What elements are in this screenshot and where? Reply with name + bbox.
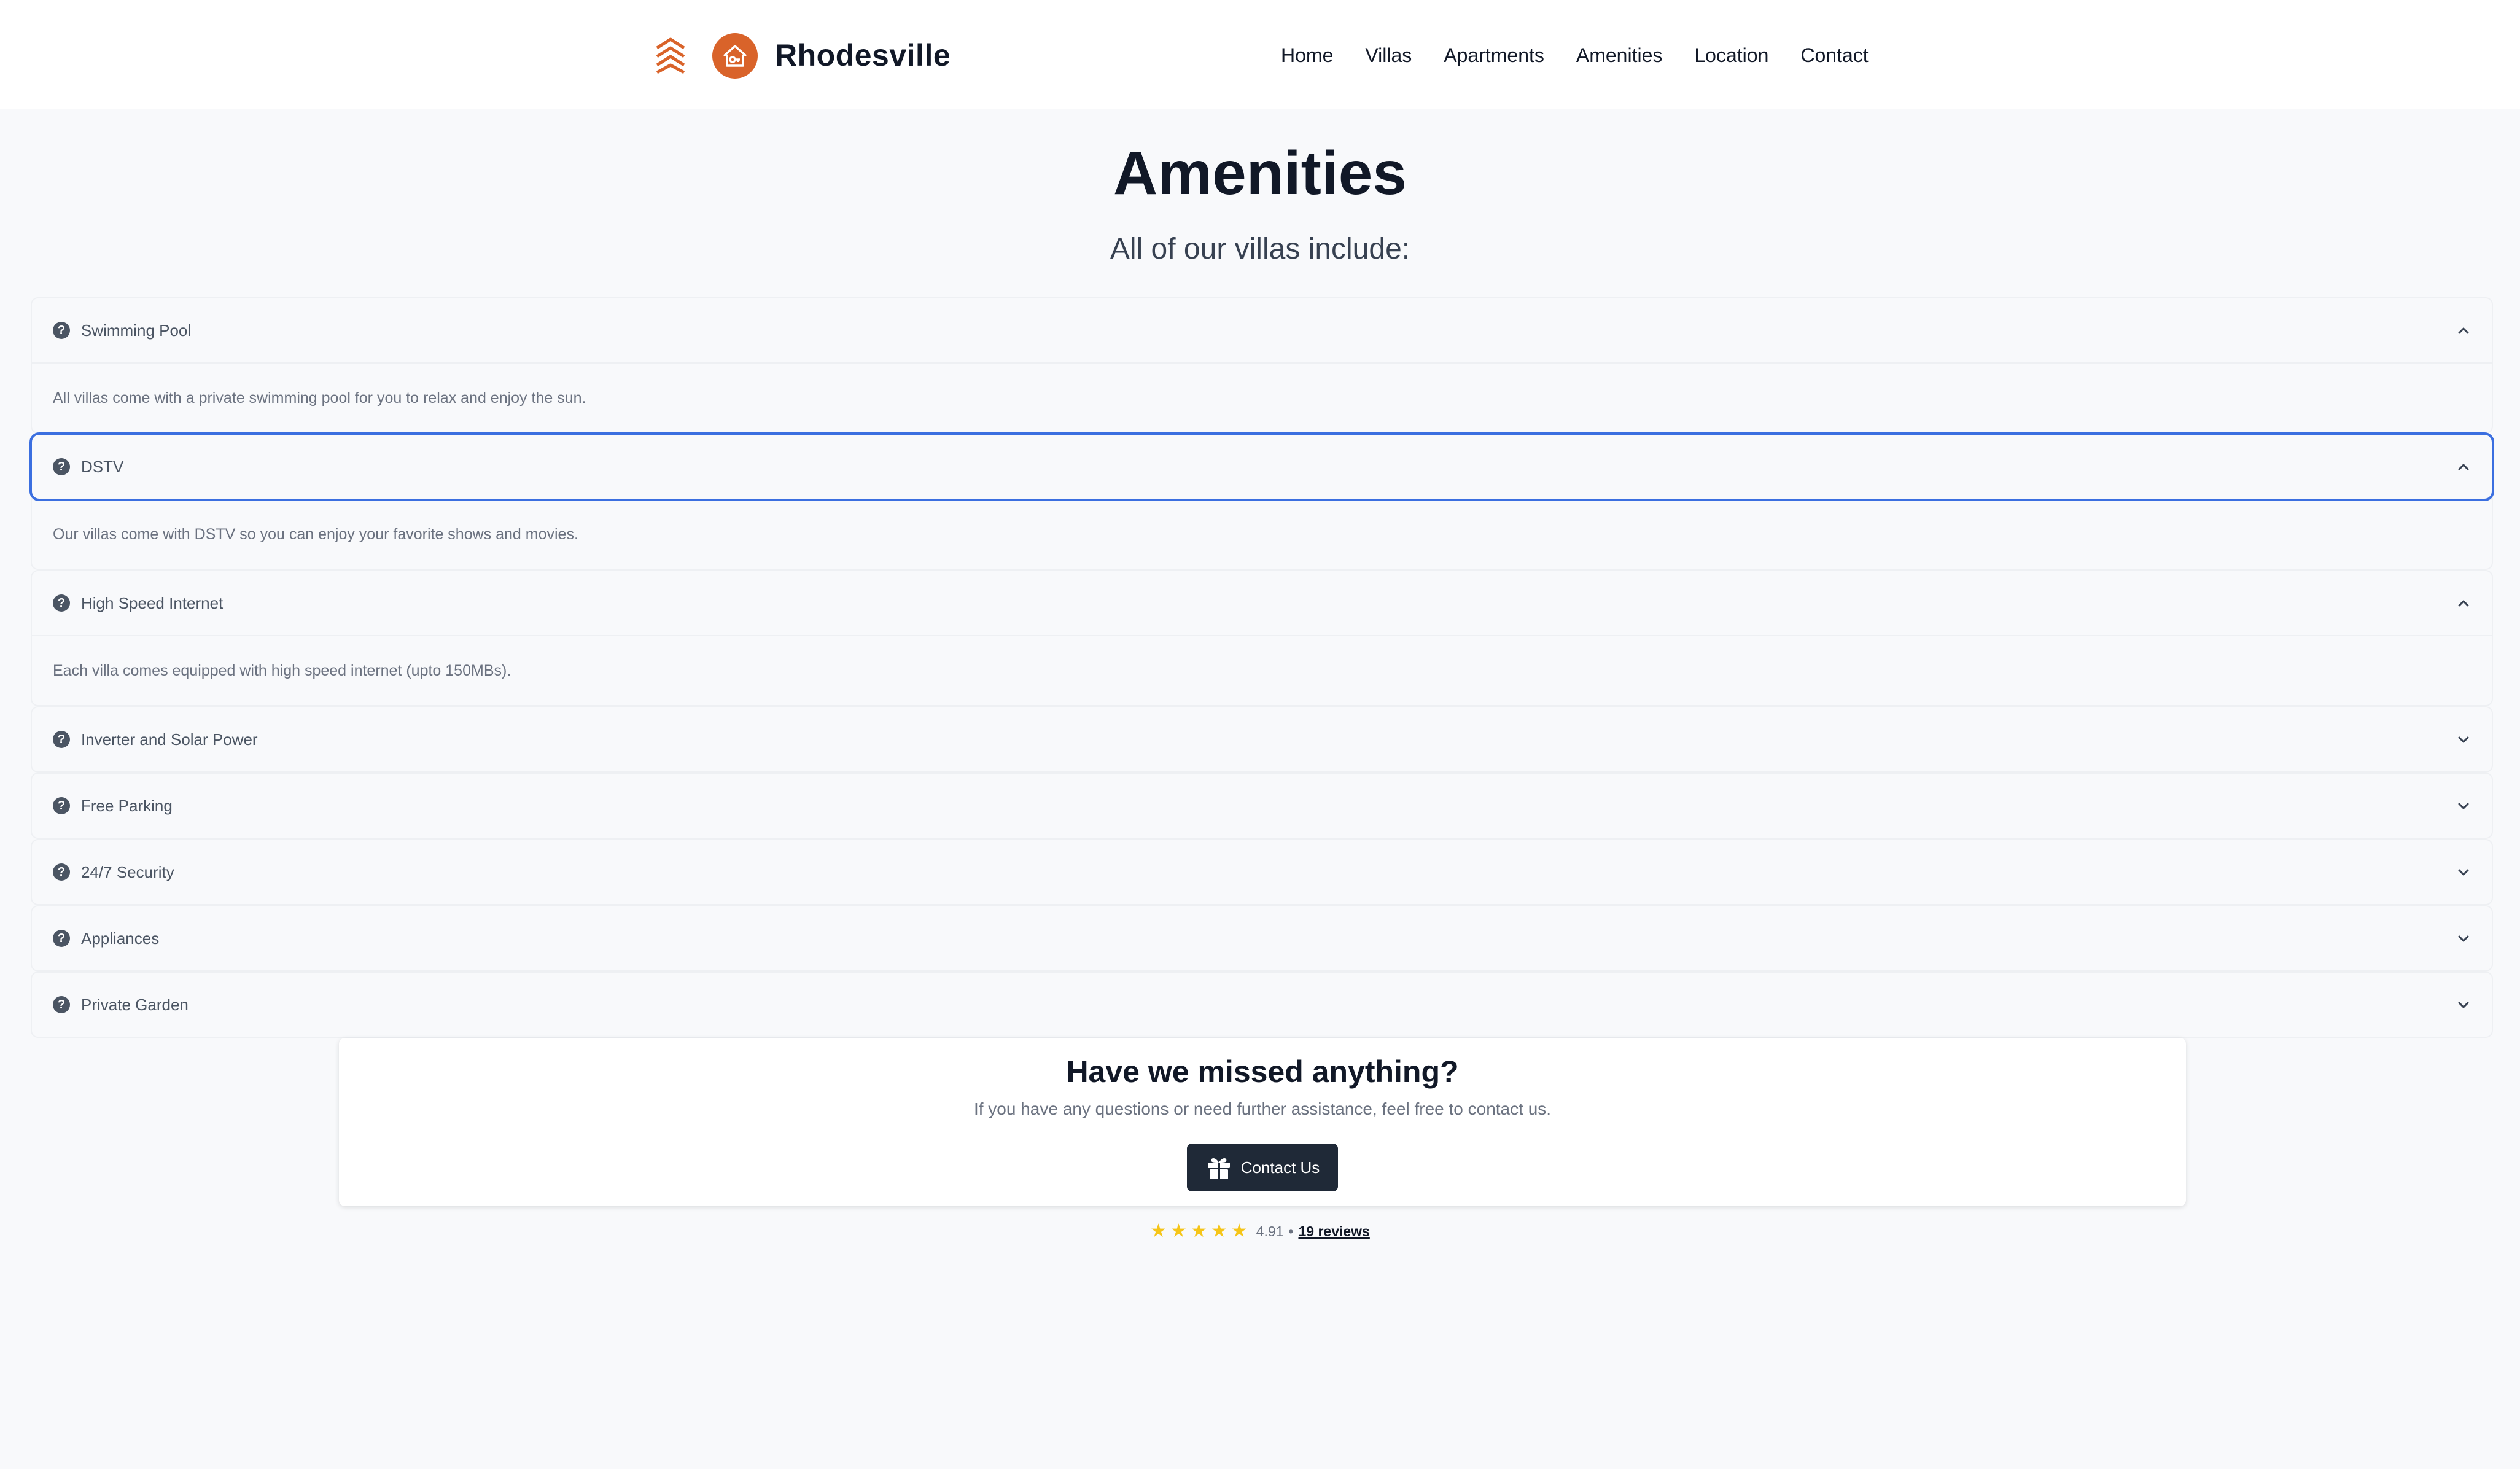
gift-icon bbox=[1207, 1158, 1230, 1179]
accordion-header[interactable]: ? Appliances bbox=[32, 906, 2492, 970]
page-title: Amenities bbox=[1113, 139, 1407, 208]
star-icon: ★ bbox=[1210, 1221, 1227, 1241]
question-circle-icon: ? bbox=[53, 458, 70, 475]
chevron-down-icon[interactable] bbox=[2455, 996, 2472, 1013]
rating-summary: ★ ★ ★ ★ ★ 4.91 • 19 reviews bbox=[0, 1222, 2520, 1241]
nav-amenities[interactable]: Amenities bbox=[1576, 41, 1663, 70]
accordion-item-private-garden: ? Private Garden bbox=[31, 972, 2493, 1038]
brand-name[interactable]: Rhodesville bbox=[775, 37, 951, 74]
nav-contact[interactable]: Contact bbox=[1800, 41, 1868, 70]
page-subtitle: All of our villas include: bbox=[1110, 233, 1410, 265]
accordion-body: Each villa comes equipped with high spee… bbox=[32, 635, 2492, 705]
star-icon: ★ bbox=[1190, 1221, 1207, 1241]
accordion-header[interactable]: ? Private Garden bbox=[32, 973, 2492, 1037]
accordion-item-security: ? 24/7 Security bbox=[31, 839, 2493, 905]
rating-separator: • bbox=[1288, 1223, 1294, 1239]
accordion-item-dstv: ? DSTV Our villas come with DSTV so you … bbox=[29, 432, 2494, 570]
accordion-label: Appliances bbox=[81, 929, 160, 948]
chevron-down-icon[interactable] bbox=[2455, 863, 2472, 881]
star-icon: ★ bbox=[1231, 1221, 1248, 1241]
accordion-label: DSTV bbox=[81, 457, 124, 476]
chevron-up-icon[interactable] bbox=[2455, 594, 2472, 612]
nav-apartments[interactable]: Apartments bbox=[1444, 41, 1544, 70]
star-icon: ★ bbox=[1150, 1221, 1167, 1241]
accordion-item-inverter-solar: ? Inverter and Solar Power bbox=[31, 706, 2493, 773]
question-circle-icon: ? bbox=[53, 863, 70, 881]
question-circle-icon: ? bbox=[53, 594, 70, 612]
reviews-link[interactable]: 19 reviews bbox=[1298, 1223, 1369, 1240]
nav-location[interactable]: Location bbox=[1694, 41, 1768, 70]
accordion-header[interactable]: ? High Speed Internet bbox=[32, 571, 2492, 635]
amenities-accordion: ? Swimming Pool All villas come with a p… bbox=[29, 297, 2494, 1038]
contact-card-text: If you have any questions or need furthe… bbox=[973, 1099, 1552, 1118]
accordion-label: Inverter and Solar Power bbox=[81, 730, 258, 749]
accordion-item-swimming-pool: ? Swimming Pool All villas come with a p… bbox=[31, 297, 2493, 434]
question-circle-icon: ? bbox=[53, 731, 70, 748]
contact-card: Have we missed anything? If you have any… bbox=[339, 1038, 2186, 1206]
accordion-label: High Speed Internet bbox=[81, 593, 224, 612]
accordion-header[interactable]: ? Swimming Pool bbox=[32, 298, 2492, 362]
rating-stars: ★ ★ ★ ★ ★ bbox=[1150, 1222, 1248, 1241]
chevron-down-icon[interactable] bbox=[2455, 731, 2472, 748]
contact-us-button[interactable]: Contact Us bbox=[1187, 1144, 1338, 1191]
star-icon: ★ bbox=[1170, 1221, 1187, 1241]
accordion-label: 24/7 Security bbox=[81, 862, 174, 881]
accordion-header[interactable]: ? DSTV bbox=[29, 432, 2494, 501]
accordion-header[interactable]: ? 24/7 Security bbox=[32, 840, 2492, 904]
contact-us-label: Contact Us bbox=[1240, 1158, 1320, 1177]
chevron-down-icon[interactable] bbox=[2455, 797, 2472, 814]
accordion-label: Free Parking bbox=[81, 796, 173, 815]
question-circle-icon: ? bbox=[53, 797, 70, 814]
menu-icon[interactable] bbox=[653, 36, 688, 74]
site-header: Rhodesville Home Villas Apartments Ameni… bbox=[0, 0, 2520, 109]
accordion-item-free-parking: ? Free Parking bbox=[31, 773, 2493, 839]
accordion-label: Private Garden bbox=[81, 995, 189, 1014]
accordion-body: Our villas come with DSTV so you can enj… bbox=[32, 499, 2492, 569]
accordion-label: Swimming Pool bbox=[81, 321, 192, 340]
nav-home[interactable]: Home bbox=[1281, 41, 1333, 70]
accordion-header[interactable]: ? Free Parking bbox=[32, 774, 2492, 838]
question-circle-icon: ? bbox=[53, 322, 70, 339]
rating-value: 4.91 bbox=[1256, 1223, 1284, 1239]
accordion-item-high-speed-internet: ? High Speed Internet Each villa comes e… bbox=[31, 570, 2493, 706]
chevron-up-icon[interactable] bbox=[2455, 458, 2472, 475]
question-circle-icon: ? bbox=[53, 996, 70, 1013]
accordion-header[interactable]: ? Inverter and Solar Power bbox=[32, 707, 2492, 771]
logo-house-icon[interactable] bbox=[712, 33, 758, 79]
contact-card-title: Have we missed anything? bbox=[1066, 1054, 1459, 1089]
nav-villas[interactable]: Villas bbox=[1365, 41, 1412, 70]
chevron-up-icon[interactable] bbox=[2455, 322, 2472, 339]
main-nav: Home Villas Apartments Amenities Locatio… bbox=[1281, 41, 1869, 70]
accordion-item-appliances: ? Appliances bbox=[31, 905, 2493, 972]
chevron-down-icon[interactable] bbox=[2455, 930, 2472, 947]
question-circle-icon: ? bbox=[53, 930, 70, 947]
accordion-body: All villas come with a private swimming … bbox=[32, 362, 2492, 432]
